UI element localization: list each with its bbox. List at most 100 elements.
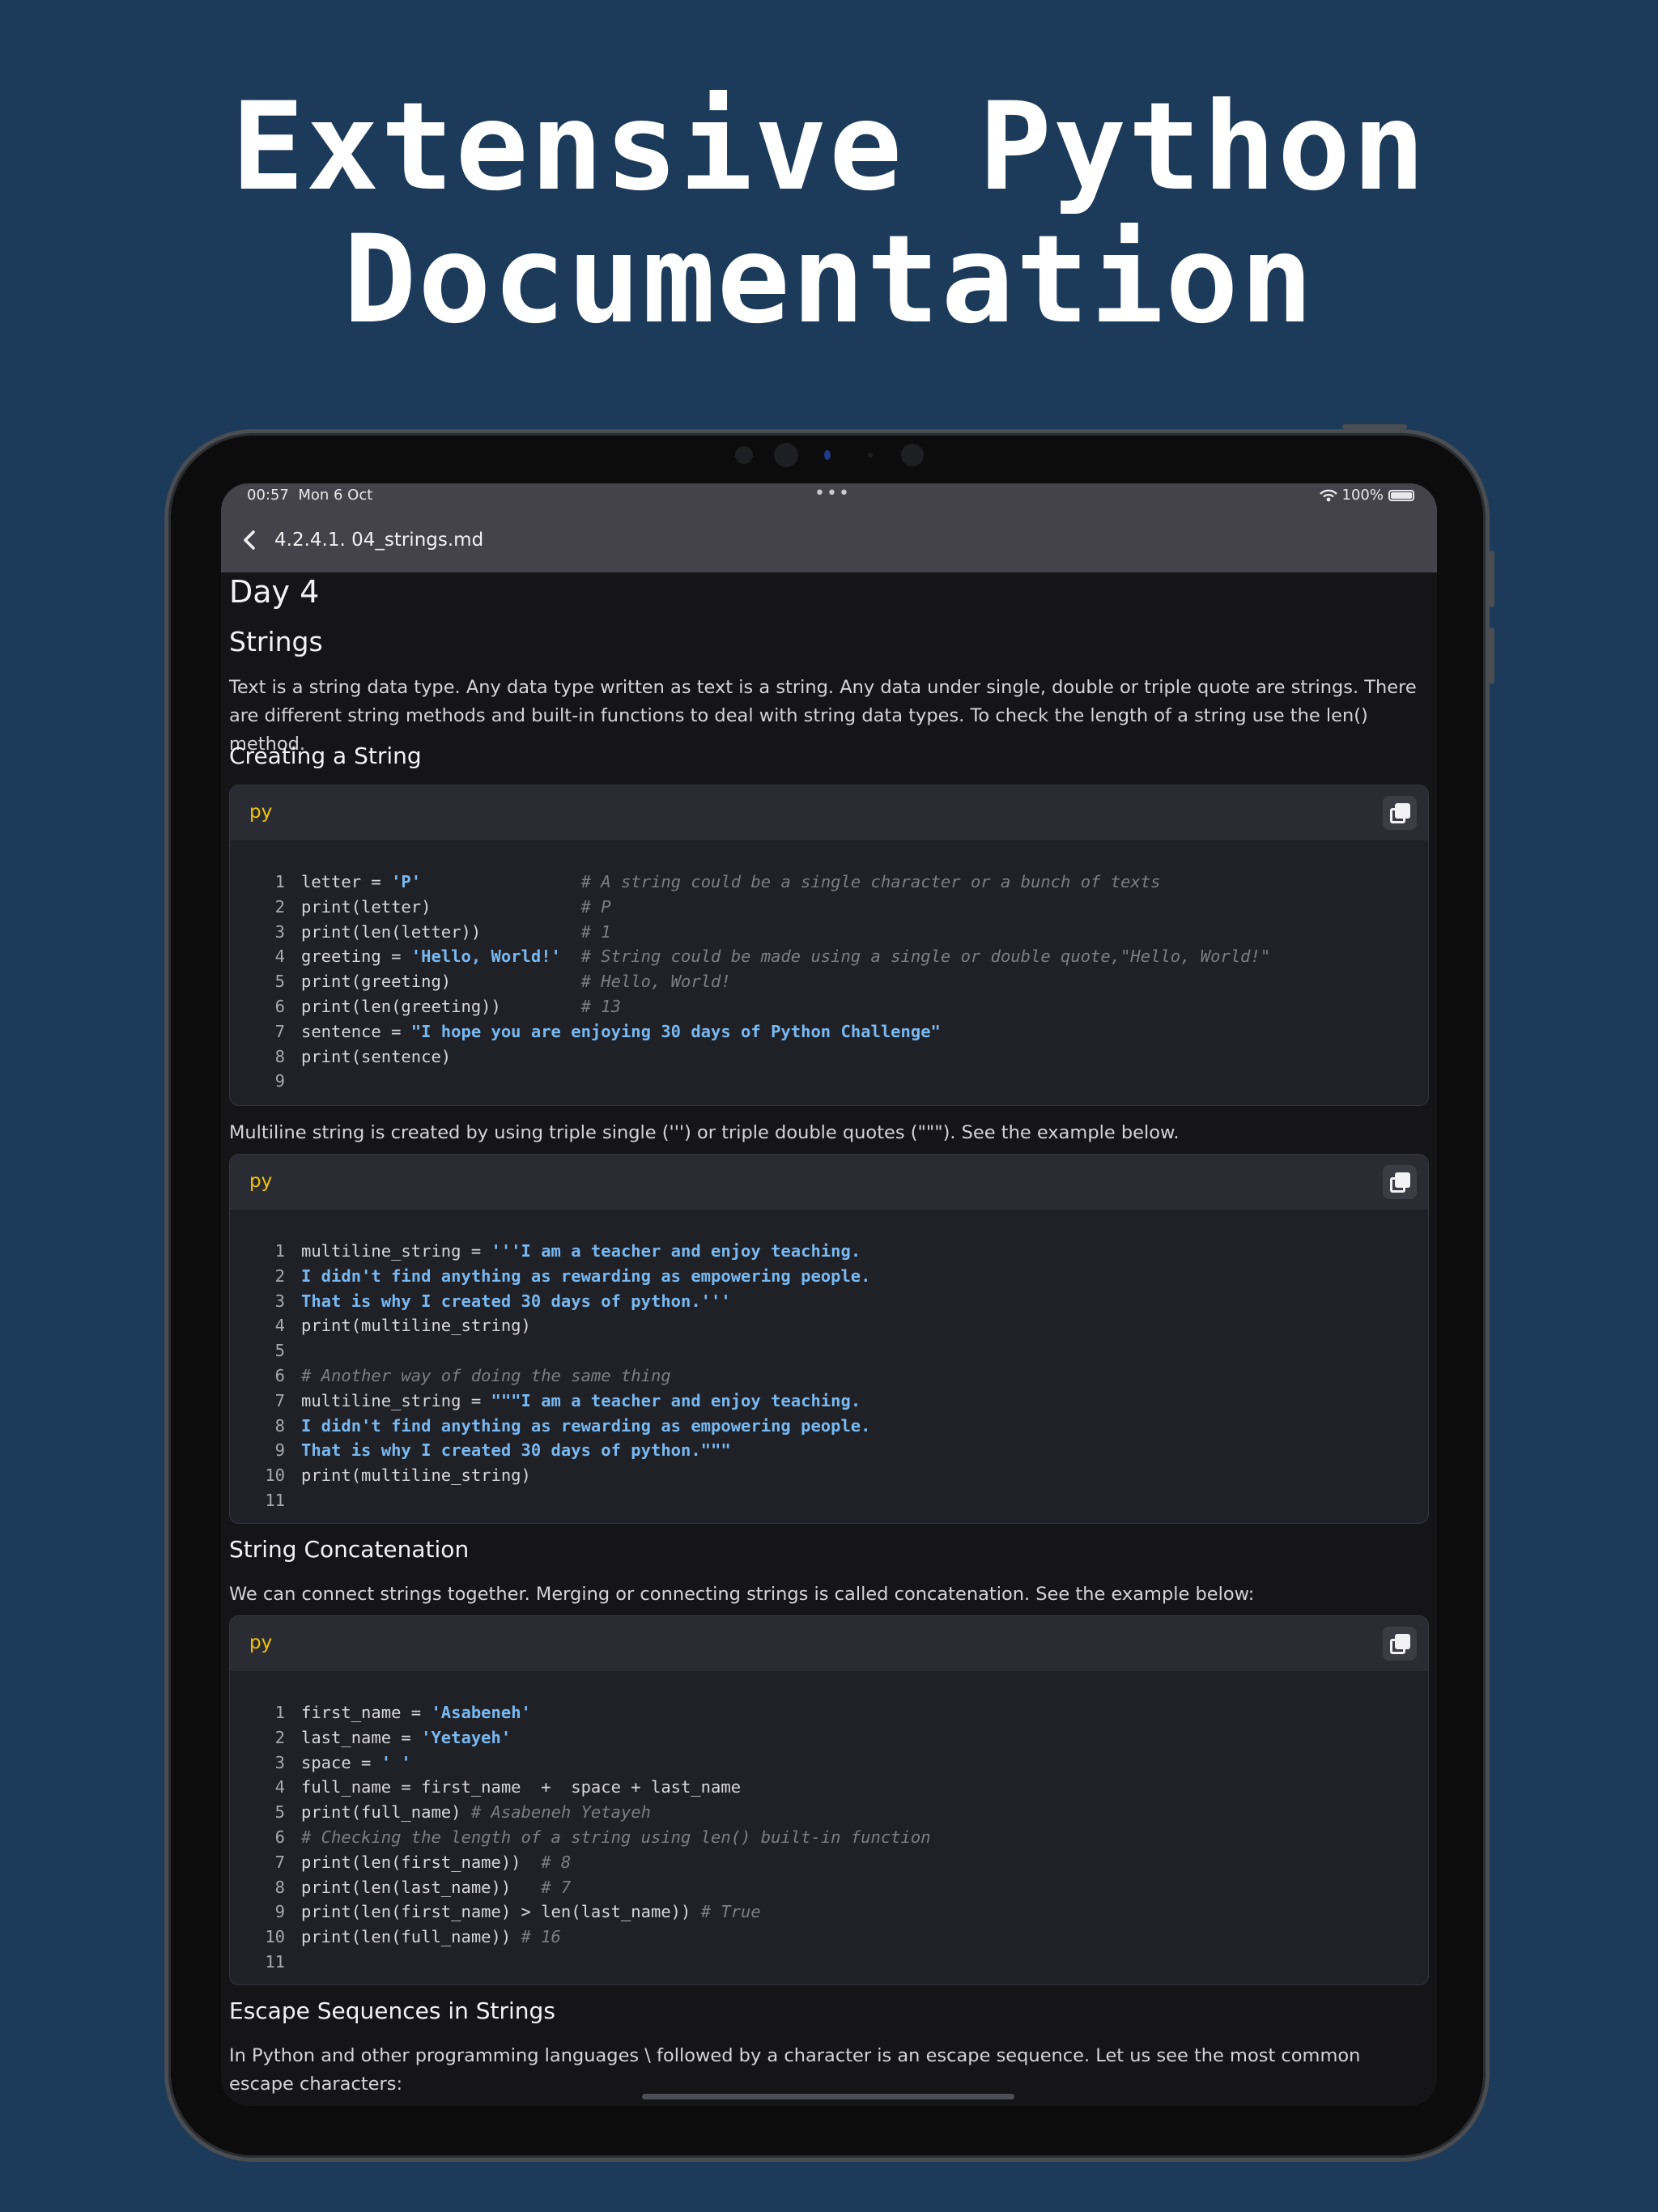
- line-number: 9: [274, 1071, 285, 1091]
- string-token: 'Asabeneh': [431, 1703, 531, 1722]
- code-line: 7 sentence = "I hope you are enjoying 30 …: [254, 1019, 1270, 1044]
- code-line: 4 greeting = 'Hello, World!' # String cou…: [254, 944, 1271, 969]
- string-token: """I am a teacher and enjoy teaching.: [491, 1390, 861, 1410]
- line-number: 4: [274, 946, 285, 967]
- code-token: greeting =: [301, 946, 411, 967]
- heading-concatenation: String Concatenation: [229, 1536, 470, 1563]
- top-button: [1342, 424, 1407, 429]
- status-date: Mon 6 Oct: [298, 487, 373, 504]
- line-number: 3: [274, 1291, 285, 1311]
- string-token: That is why I created 30 days of python.…: [301, 1291, 731, 1311]
- line-number: 1: [274, 1703, 285, 1722]
- line-number: 2: [274, 1727, 285, 1747]
- code-block-2[interactable]: py 1 multiline_string = '''I am a teacher…: [229, 1154, 1429, 1524]
- code-header: py: [230, 785, 1428, 840]
- string-token: I didn't find anything as rewarding as e…: [301, 1266, 871, 1286]
- sensor-dot-right: [901, 444, 924, 466]
- code-line: 7 multiline_string = """I am a teacher an…: [254, 1389, 871, 1414]
- comment-token: # Another way of doing the same thing: [301, 1365, 671, 1385]
- string-token: '''I am a teacher and enjoy teaching.: [491, 1241, 861, 1261]
- comment-token: # Hello, World!: [580, 972, 731, 992]
- comment-token: # A string could be a single character o…: [580, 872, 1161, 891]
- string-token: 'Yetayeh': [421, 1727, 512, 1747]
- code-body: 1 first_name = 'Asabeneh' 2 last_name = 'Ye…: [254, 1700, 931, 1975]
- code-token: print(len(full_name)): [301, 1927, 521, 1947]
- line-number: 11: [265, 1951, 285, 1972]
- code-line: 11: [254, 1950, 931, 1975]
- code-line: 1 first_name = 'Asabeneh': [254, 1700, 931, 1725]
- escape-paragraph: In Python and other programming language…: [229, 2045, 1361, 2095]
- code-line: 11: [254, 1488, 871, 1513]
- line-number: 2: [274, 896, 285, 917]
- code-line: 10 print(multiline_string): [254, 1463, 871, 1488]
- status-time-date: 00:57 Mon 6 Oct: [247, 483, 372, 508]
- code-token: print(len(last_name)): [301, 1877, 542, 1897]
- line-number: 5: [274, 1341, 285, 1361]
- code-token: full_name = first_name + space + last_na…: [301, 1777, 742, 1797]
- comment-token: # True: [700, 1902, 761, 1922]
- code-language: py: [249, 1171, 273, 1192]
- string-token: 'Hello, World!': [410, 946, 561, 967]
- code-header: py: [230, 1616, 1428, 1671]
- camera-indicator: [824, 450, 831, 460]
- code-token: last_name =: [301, 1727, 422, 1747]
- line-number: 1: [274, 872, 285, 891]
- code-line: 3 That is why I created 30 days of python…: [254, 1289, 871, 1314]
- battery-percent: 100%: [1341, 487, 1384, 504]
- status-right: 100%: [1319, 483, 1414, 508]
- volume-up-button: [1490, 551, 1494, 607]
- string-token: 'P': [391, 872, 422, 891]
- line-number: 7: [274, 1390, 285, 1410]
- code-line: 4 print(multiline_string): [254, 1313, 871, 1338]
- code-token: letter =: [301, 872, 392, 891]
- chevron-left-icon[interactable]: [240, 524, 258, 564]
- wifi-icon: [1319, 489, 1337, 502]
- line-number: 11: [265, 1490, 285, 1510]
- code-token: print(letter): [301, 896, 581, 917]
- line-number: 6: [274, 1827, 285, 1847]
- copy-icon[interactable]: [1383, 1627, 1417, 1661]
- code-line: 1 letter = 'P' # A string could be a sing…: [254, 870, 1270, 895]
- code-line: 10 print(len(full_name)) # 16: [254, 1925, 931, 1950]
- code-line: 6 # Checking the length of a string using…: [254, 1825, 931, 1850]
- line-number: 10: [265, 1465, 285, 1486]
- status-bar: 00:57 Mon 6 Oct ••• 100%: [221, 483, 1437, 508]
- code-block-3[interactable]: py 1 first_name = 'Asabeneh' 2 last_name = …: [229, 1615, 1429, 1985]
- code-line: 2 I didn't find anything as rewarding as …: [254, 1264, 871, 1289]
- sensor-dot: [735, 446, 753, 464]
- code-token: print(len(first_name) > len(last_name)): [301, 1902, 701, 1922]
- concat-paragraph: We can connect strings together. Merging…: [229, 1584, 1255, 1605]
- copy-icon[interactable]: [1383, 796, 1417, 830]
- code-block-1[interactable]: py 1 letter = 'P' # A string could be a s…: [229, 785, 1429, 1106]
- code-token: print(full_name): [301, 1802, 471, 1823]
- home-indicator[interactable]: [642, 2094, 1014, 2099]
- copy-icon[interactable]: [1383, 1165, 1417, 1199]
- code-token: first_name =: [301, 1703, 432, 1722]
- string-token: I didn't find anything as rewarding as e…: [301, 1415, 871, 1436]
- heading-escape-sequences: Escape Sequences in Strings: [229, 1997, 555, 2024]
- code-line: 2 print(letter) # P: [254, 895, 1270, 920]
- code-token: print(len(greeting)): [301, 996, 581, 1016]
- code-line: 7 print(len(first_name)) # 8: [254, 1850, 931, 1875]
- line-number: 9: [274, 1902, 285, 1922]
- comment-token: # String could be made using a single or…: [580, 946, 1271, 967]
- camera-lens: [774, 443, 798, 467]
- hero-title: Extensive Python Documentation: [0, 81, 1658, 347]
- code-line: 8 I didn't find anything as rewarding as …: [254, 1414, 871, 1439]
- nav-bar: 4.2.4.1. 04_strings.md: [221, 508, 1437, 572]
- comment-token: # Asabeneh Yetayeh: [470, 1802, 651, 1823]
- line-number: 8: [274, 1046, 285, 1066]
- code-line: 9: [254, 1069, 1270, 1094]
- code-token: print(len(letter)): [301, 921, 581, 942]
- code-line: 5 print(full_name) # Asabeneh Yetayeh: [254, 1800, 931, 1825]
- line-number: 5: [274, 972, 285, 992]
- code-token: print(multiline_string): [301, 1316, 531, 1336]
- line-number: 7: [274, 1852, 285, 1872]
- multitask-dots[interactable]: •••: [814, 483, 851, 504]
- code-line: 8 print(len(last_name)) # 7: [254, 1875, 931, 1900]
- comment-token: # 16: [521, 1927, 561, 1947]
- code-language: py: [249, 802, 273, 823]
- nav-title: 4.2.4.1. 04_strings.md: [274, 530, 484, 551]
- code-language: py: [249, 1632, 273, 1653]
- line-number: 7: [274, 1021, 285, 1041]
